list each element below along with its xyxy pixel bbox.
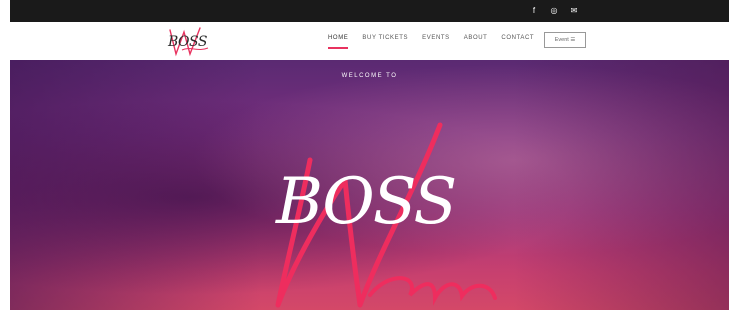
hero-welcome-text: WELCOME TO bbox=[341, 73, 398, 79]
nav-events[interactable]: EVENTS bbox=[422, 35, 450, 49]
social-links: f ◎ ✉ bbox=[529, 5, 579, 17]
hero-banner: WELCOME TO BOSS bbox=[10, 60, 729, 310]
hero-title: BOSS bbox=[276, 165, 457, 239]
site-logo[interactable]: BOSS bbox=[160, 26, 215, 58]
top-bar: f ◎ ✉ bbox=[10, 0, 729, 22]
email-icon[interactable]: ✉ bbox=[569, 5, 579, 17]
nav-buy-tickets[interactable]: BUY TICKETS bbox=[362, 35, 408, 49]
main-menu: HOME BUY TICKETS EVENTS ABOUT CONTACT bbox=[328, 35, 534, 49]
nav-contact[interactable]: CONTACT bbox=[501, 35, 534, 49]
logo-text: BOSS bbox=[168, 34, 207, 50]
facebook-icon[interactable]: f bbox=[529, 5, 539, 17]
instagram-icon[interactable]: ◎ bbox=[549, 5, 559, 17]
event-button[interactable]: Event ☰ bbox=[544, 32, 586, 48]
navbar: BOSS HOME BUY TICKETS EVENTS ABOUT CONTA… bbox=[10, 22, 729, 60]
nav-about[interactable]: ABOUT bbox=[464, 35, 488, 49]
hero-logo: BOSS bbox=[250, 120, 510, 310]
nav-home[interactable]: HOME bbox=[328, 35, 349, 49]
